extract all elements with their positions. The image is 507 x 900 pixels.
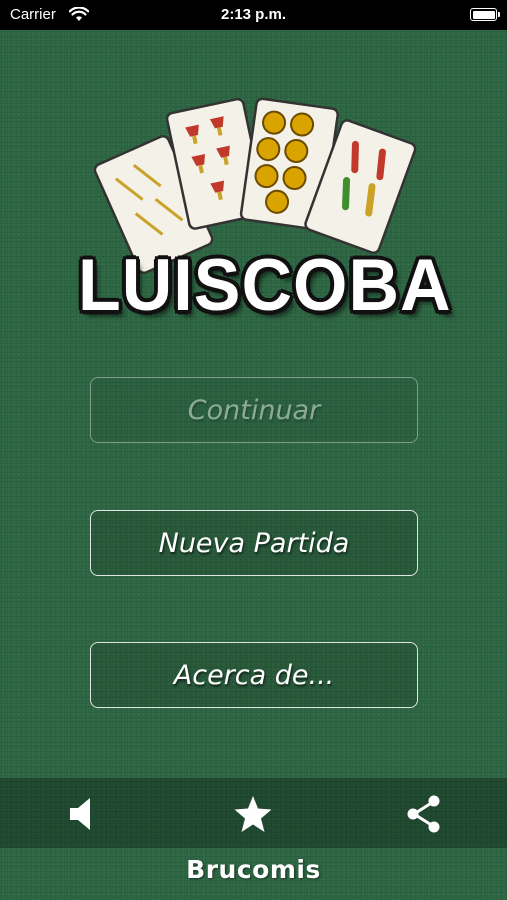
status-bar: Carrier 2:13 p.m. [0,0,507,30]
bottom-toolbar [0,778,507,848]
share-icon[interactable] [403,794,443,834]
star-icon[interactable] [233,794,273,834]
new-game-button[interactable]: Nueva Partida [90,510,418,576]
continue-button[interactable]: Continuar [90,377,418,443]
battery-icon [470,8,500,21]
app-title: LUISCOBA [78,244,452,326]
app-logo: LUISCOBA [78,95,451,326]
brand-logo[interactable]: Brucomis [0,855,507,884]
clock: 2:13 p.m. [220,6,287,23]
speaker-icon[interactable] [64,794,104,834]
about-button[interactable]: Acerca de... [90,642,418,708]
battery-level [472,10,495,19]
